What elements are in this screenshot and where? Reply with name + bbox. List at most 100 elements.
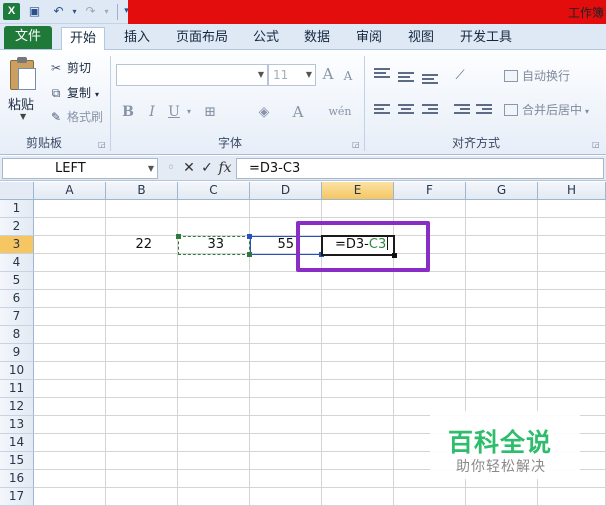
increase-indent-icon[interactable] (476, 104, 492, 118)
c3-ref-handle[interactable] (176, 234, 181, 239)
formula-input[interactable]: =D3-C3 (236, 158, 604, 179)
tab-page-layout[interactable]: 页面布局 (168, 27, 236, 50)
name-box[interactable]: LEFT ▼ (2, 158, 158, 179)
align-middle-icon[interactable] (398, 72, 414, 86)
font-size-select[interactable]: 11 ▼ (268, 64, 316, 86)
column-header-h[interactable]: H (538, 182, 606, 200)
merge-center-button[interactable]: 合并后居中 ▾ (504, 100, 589, 120)
row-header-11[interactable]: 11 (0, 380, 34, 398)
d3-ref-handle[interactable] (247, 234, 252, 239)
row-header-5[interactable]: 5 (0, 272, 34, 290)
borders-icon[interactable]: ⊞ (200, 102, 220, 122)
align-right-icon[interactable] (422, 104, 438, 118)
align-center-icon[interactable] (398, 104, 414, 118)
paste-icon[interactable] (8, 56, 38, 92)
clipboard-group-label: 剪贴板 (26, 136, 63, 150)
row-header-7[interactable]: 7 (0, 308, 34, 326)
column-header-d[interactable]: D (250, 182, 322, 200)
underline-button[interactable]: U (166, 102, 182, 122)
row-header-4[interactable]: 4 (0, 254, 34, 272)
column-header-a[interactable]: A (34, 182, 106, 200)
column-header-c[interactable]: C (178, 182, 250, 200)
chevron-down-icon: ▼ (305, 70, 312, 79)
tab-developer[interactable]: 开发工具 (452, 27, 520, 50)
redo-dropdown-icon[interactable]: ▾ (98, 3, 115, 20)
merge-center-icon (504, 104, 518, 116)
redo-icon[interactable]: ↷ (82, 3, 99, 20)
tab-home[interactable]: 开始 (61, 27, 106, 50)
font-launcher-icon[interactable]: ◲ (352, 140, 360, 149)
row-header-1[interactable]: 1 (0, 200, 34, 218)
row-header-10[interactable]: 10 (0, 362, 34, 380)
row-header-8[interactable]: 8 (0, 326, 34, 344)
phonetic-icon[interactable]: wén (328, 102, 352, 122)
undo-dropdown-icon[interactable]: ▾ (66, 3, 83, 20)
ribbon-tabs: 文件 开始 插入 页面布局 公式 数据 审阅 视图 开发工具 (0, 24, 606, 50)
gridline (34, 289, 606, 290)
column-header-e[interactable]: E (322, 182, 394, 200)
underline-dropdown-icon[interactable]: ▾ (184, 102, 194, 122)
row-header-2[interactable]: 2 (0, 218, 34, 236)
row-header-14[interactable]: 14 (0, 434, 34, 452)
bold-button[interactable]: B (120, 102, 136, 122)
format-painter-button[interactable]: ✎ 格式刷 (48, 107, 103, 127)
tab-insert[interactable]: 插入 (116, 27, 158, 50)
column-header-b[interactable]: B (106, 182, 178, 200)
column-header-g[interactable]: G (466, 182, 538, 200)
save-icon[interactable]: ▣ (26, 3, 43, 20)
copy-label: 复制 (67, 86, 92, 100)
row-header-3[interactable]: 3 (0, 236, 34, 254)
cell-b3[interactable]: 22 (106, 236, 178, 254)
italic-button[interactable]: I (144, 102, 160, 122)
tab-data[interactable]: 数据 (296, 27, 338, 50)
copy-icon: ⧉ (51, 86, 61, 100)
gridline (34, 325, 606, 326)
cancel-icon[interactable]: ✕ (180, 160, 198, 176)
copy-button[interactable]: ⧉ 复制 ▾ (48, 83, 99, 103)
tab-review[interactable]: 审阅 (348, 27, 390, 50)
cut-label: 剪切 (67, 61, 92, 75)
select-all-corner[interactable] (0, 182, 34, 200)
row-header-16[interactable]: 16 (0, 470, 34, 488)
font-color-icon[interactable]: A (288, 102, 308, 122)
align-left-icon[interactable] (374, 104, 390, 118)
merge-center-label: 合并后居中 (522, 103, 583, 117)
tab-formulas[interactable]: 公式 (245, 27, 287, 50)
enter-icon[interactable]: ✓ (198, 160, 216, 176)
row-header-17[interactable]: 17 (0, 488, 34, 506)
align-top-icon[interactable] (374, 68, 390, 82)
decrease-indent-icon[interactable] (454, 104, 470, 118)
copy-marquee (178, 236, 250, 255)
row-header-15[interactable]: 15 (0, 452, 34, 470)
fill-color-icon[interactable]: ◈ (254, 102, 274, 122)
grow-font-button[interactable]: A (320, 64, 336, 84)
font-size-value: 11 (273, 68, 289, 82)
row-header-6[interactable]: 6 (0, 290, 34, 308)
tab-view[interactable]: 视图 (400, 27, 442, 50)
alignment-launcher-icon[interactable]: ◲ (592, 140, 600, 149)
insert-function-icon[interactable]: fx (216, 160, 234, 176)
copy-dropdown-icon[interactable]: ▾ (95, 90, 99, 99)
row-header-9[interactable]: 9 (0, 344, 34, 362)
orientation-icon[interactable]: ⟋ (450, 66, 470, 86)
undo-icon[interactable]: ↶ (50, 3, 67, 20)
font-name-select[interactable]: ▼ (116, 64, 268, 86)
tab-file[interactable]: 文件 (4, 26, 52, 49)
wrap-text-button[interactable]: 自动换行 (504, 66, 570, 86)
paste-dropdown-icon[interactable]: ▼ (20, 112, 26, 121)
shrink-font-button[interactable]: A (340, 66, 356, 86)
gridline (34, 361, 606, 362)
cut-button[interactable]: ✂ 剪切 (48, 58, 91, 78)
brush-icon: ✎ (50, 110, 62, 124)
row-header-13[interactable]: 13 (0, 416, 34, 434)
group-separator (364, 56, 365, 151)
align-bottom-icon[interactable] (422, 74, 438, 88)
paste-button[interactable]: 粘贴 (8, 94, 34, 113)
scissors-icon: ✂ (50, 61, 62, 75)
merge-dropdown-icon[interactable]: ▾ (585, 107, 589, 116)
clipboard-launcher-icon[interactable]: ◲ (98, 140, 106, 149)
column-header-f[interactable]: F (394, 182, 466, 200)
row-header-12[interactable]: 12 (0, 398, 34, 416)
c3-ref-handle[interactable] (247, 252, 252, 257)
gridline (34, 217, 606, 218)
